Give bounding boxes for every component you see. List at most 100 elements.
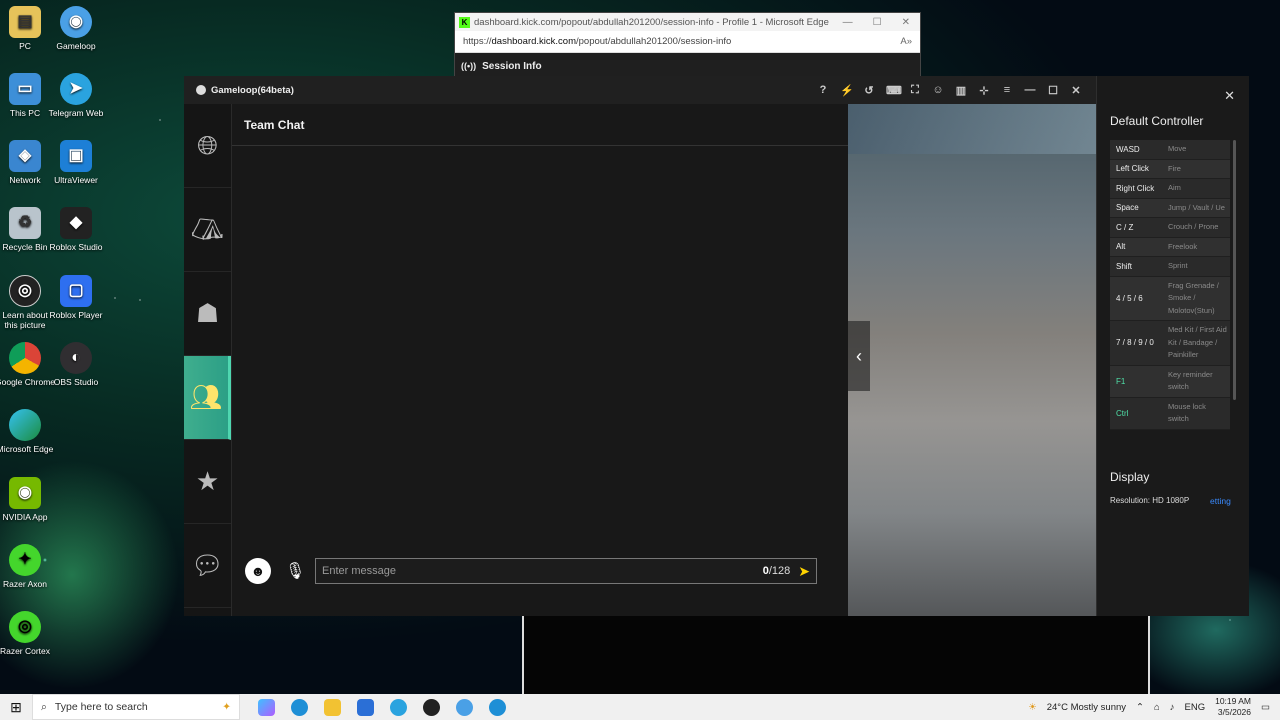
desktop-icon-roblox-player[interactable]: ▢ Roblox Player bbox=[46, 275, 106, 320]
chrome-icon bbox=[9, 342, 41, 374]
menu-icon[interactable]: ≡ bbox=[1001, 84, 1013, 97]
collapse-chat-button[interactable]: ‹ bbox=[848, 321, 870, 391]
key-row: C / Z Crouch / Prone bbox=[1110, 218, 1230, 238]
rail-shop[interactable]: ⛺︎ bbox=[184, 188, 231, 272]
gameloop-icon[interactable] bbox=[456, 698, 473, 716]
key-row: F1 Key reminder switch bbox=[1110, 365, 1230, 398]
controller-scrollbar[interactable] bbox=[1233, 140, 1236, 400]
desktop-icon-obs[interactable]: ◐ OBS Studio bbox=[46, 342, 106, 387]
edge-address-bar[interactable]: https://dashboard.kick.com/popout/abdull… bbox=[455, 31, 920, 53]
sidebar-toggle-icon[interactable]: ▥ bbox=[955, 84, 967, 97]
edge-titlebar: K dashboard.kick.com/popout/abdullah2012… bbox=[455, 13, 920, 31]
gameloop-window: Gameloop(64beta) ? ⚡ ↺ ⌨ ⛶ ☺ ▥ ⊹ ≡ — ☐ ✕… bbox=[184, 76, 1096, 616]
obs-icon: ◐ bbox=[60, 342, 92, 374]
help-icon[interactable]: ? bbox=[817, 84, 829, 97]
rail-world-chat[interactable]: 🌐︎ bbox=[184, 104, 231, 188]
desktop-icon-razer-cortex[interactable]: ◎ Razer Cortex bbox=[0, 611, 55, 656]
recycle-bin-icon: ♻ bbox=[9, 207, 41, 239]
system-tray: ☀ 24°C Mostly sunny ⌃ ⌂ ♪ ENG 10:19 AM 3… bbox=[1028, 696, 1280, 718]
controller-title: Default Controller bbox=[1110, 114, 1204, 128]
boost-icon[interactable]: ⚡ bbox=[840, 84, 854, 97]
weather-text[interactable]: 24°C Mostly sunny bbox=[1047, 702, 1126, 713]
network-icon: ◈ bbox=[9, 140, 41, 172]
edge-icon[interactable] bbox=[291, 698, 308, 716]
telegram-icon[interactable] bbox=[390, 698, 407, 716]
desktop-icon-roblox-studio[interactable]: ◆ Roblox Studio bbox=[46, 207, 106, 252]
search-placeholder: Type here to search bbox=[54, 701, 148, 713]
background-window bbox=[522, 616, 1150, 694]
taskbar: ⊞ ⌕ Type here to search ✦ ☀ 24°C Mostly … bbox=[0, 694, 1280, 720]
tray-chevron-icon[interactable]: ⌃ bbox=[1136, 702, 1144, 713]
telegram-icon: ➤ bbox=[60, 73, 92, 105]
file-explorer-icon[interactable] bbox=[324, 698, 341, 716]
send-icon[interactable]: ➤ bbox=[798, 563, 810, 580]
controller-panel: ✕ Default Controller WASD Move Left Click… bbox=[1096, 76, 1249, 616]
chat-message-field[interactable]: 0/128 ➤ bbox=[315, 558, 817, 584]
outlook-icon[interactable] bbox=[357, 698, 374, 716]
emoji-icon[interactable]: ☻ bbox=[245, 558, 271, 584]
close-icon[interactable]: ✕ bbox=[1224, 88, 1235, 104]
settings-link[interactable]: etting bbox=[1210, 496, 1231, 506]
camera-icon: ◎ bbox=[9, 275, 41, 307]
notifications-icon[interactable]: ▭ bbox=[1261, 702, 1270, 713]
key-row: 7 / 8 / 9 / 0 Med Kit / First Aid Kit / B… bbox=[1110, 321, 1230, 366]
keyboard-icon[interactable]: ⌨ bbox=[886, 84, 902, 97]
chat-side-rail: 🌐︎ ⛺︎ ☗ 👥︎ ★ 💬︎ bbox=[184, 104, 232, 616]
undo-icon[interactable]: ↺ bbox=[863, 84, 875, 97]
maximize-icon[interactable]: ☐ bbox=[1047, 84, 1059, 97]
edge-window-title: dashboard.kick.com/popout/abdullah201200… bbox=[474, 16, 829, 28]
desktop-icon-nvidia[interactable]: ◉ NVIDIA App bbox=[0, 477, 55, 522]
game-screen[interactable] bbox=[848, 104, 1096, 616]
contact-card-icon: ☗ bbox=[195, 298, 220, 328]
close-icon[interactable]: ✕ bbox=[902, 17, 910, 28]
edge-popout-window: K dashboard.kick.com/popout/abdullah2012… bbox=[454, 12, 921, 80]
key-mapping-table: WASD Move Left Click Fire Right Click Aim S… bbox=[1110, 140, 1230, 430]
desktop-icon-gameloop[interactable]: ◉ Gameloop bbox=[46, 6, 106, 51]
gameloop-icon: ◉ bbox=[60, 6, 92, 38]
gameloop-titlebar: Gameloop(64beta) ? ⚡ ↺ ⌨ ⛶ ☺ ▥ ⊹ ≡ — ☐ ✕ bbox=[184, 76, 1096, 104]
rail-team-chat[interactable]: 👥︎ bbox=[184, 356, 231, 440]
team-chat-panel: Team Chat ☻ 🎙︎ 0/128 ➤ bbox=[232, 104, 848, 616]
game-top-bar bbox=[848, 104, 1096, 154]
copilot-icon[interactable] bbox=[258, 698, 275, 716]
shop-icon: ⛺︎ bbox=[190, 214, 224, 244]
edge-icon[interactable] bbox=[489, 698, 506, 716]
key-row: Left Click Fire bbox=[1110, 159, 1230, 179]
read-aloud-icon[interactable]: A» bbox=[900, 36, 920, 47]
monitor-icon: ▭ bbox=[9, 73, 41, 105]
desktop-icon-edge[interactable]: Microsoft Edge bbox=[0, 409, 55, 454]
rail-contacts[interactable]: ☗ bbox=[184, 272, 231, 356]
taskbar-apps bbox=[258, 698, 506, 716]
language-indicator[interactable]: ENG bbox=[1185, 702, 1206, 713]
key-row: Ctrl Mouse lock switch bbox=[1110, 397, 1230, 430]
team-icon: 👥︎ bbox=[189, 382, 223, 412]
fullscreen-icon[interactable]: ⛶ bbox=[909, 84, 921, 97]
obs-icon[interactable] bbox=[423, 698, 440, 716]
network-icon[interactable]: ⌂ bbox=[1154, 702, 1160, 713]
gameloop-title: Gameloop(64beta) bbox=[211, 84, 294, 96]
chevron-left-icon: ‹ bbox=[856, 345, 862, 366]
account-icon[interactable]: ☺ bbox=[932, 84, 944, 97]
globe-icon: 🌐︎ bbox=[197, 129, 218, 160]
rail-messages[interactable]: 💬︎ bbox=[184, 524, 231, 608]
display-title: Display bbox=[1110, 470, 1150, 484]
nvidia-icon: ◉ bbox=[9, 477, 41, 509]
windows-start-icon[interactable]: ⊞ bbox=[0, 699, 32, 716]
rail-clan[interactable]: ★ bbox=[184, 440, 231, 524]
razer-axon-icon: ✦ bbox=[9, 544, 41, 576]
microphone-icon[interactable]: 🎙︎ bbox=[285, 561, 305, 581]
pin-icon[interactable]: ⊹ bbox=[978, 84, 990, 97]
key-row: Right Click Aim bbox=[1110, 179, 1230, 199]
chat-message-input[interactable] bbox=[322, 565, 763, 577]
minimize-icon[interactable]: — bbox=[843, 17, 853, 28]
desktop-icon-telegram[interactable]: ➤ Telegram Web bbox=[46, 73, 106, 118]
taskbar-search[interactable]: ⌕ Type here to search ✦ bbox=[32, 694, 240, 720]
url-prefix: https:// bbox=[463, 36, 492, 47]
maximize-icon[interactable]: ☐ bbox=[873, 17, 882, 28]
close-icon[interactable]: ✕ bbox=[1070, 84, 1082, 97]
minimize-icon[interactable]: — bbox=[1024, 84, 1036, 97]
volume-icon[interactable]: ♪ bbox=[1170, 702, 1175, 713]
desktop-icon-ultraviewer[interactable]: ▣ UltraViewer bbox=[46, 140, 106, 185]
clock[interactable]: 10:19 AM 3/5/2026 bbox=[1215, 696, 1251, 718]
desktop-icon-razer-axon[interactable]: ✦ Razer Axon bbox=[0, 544, 55, 589]
